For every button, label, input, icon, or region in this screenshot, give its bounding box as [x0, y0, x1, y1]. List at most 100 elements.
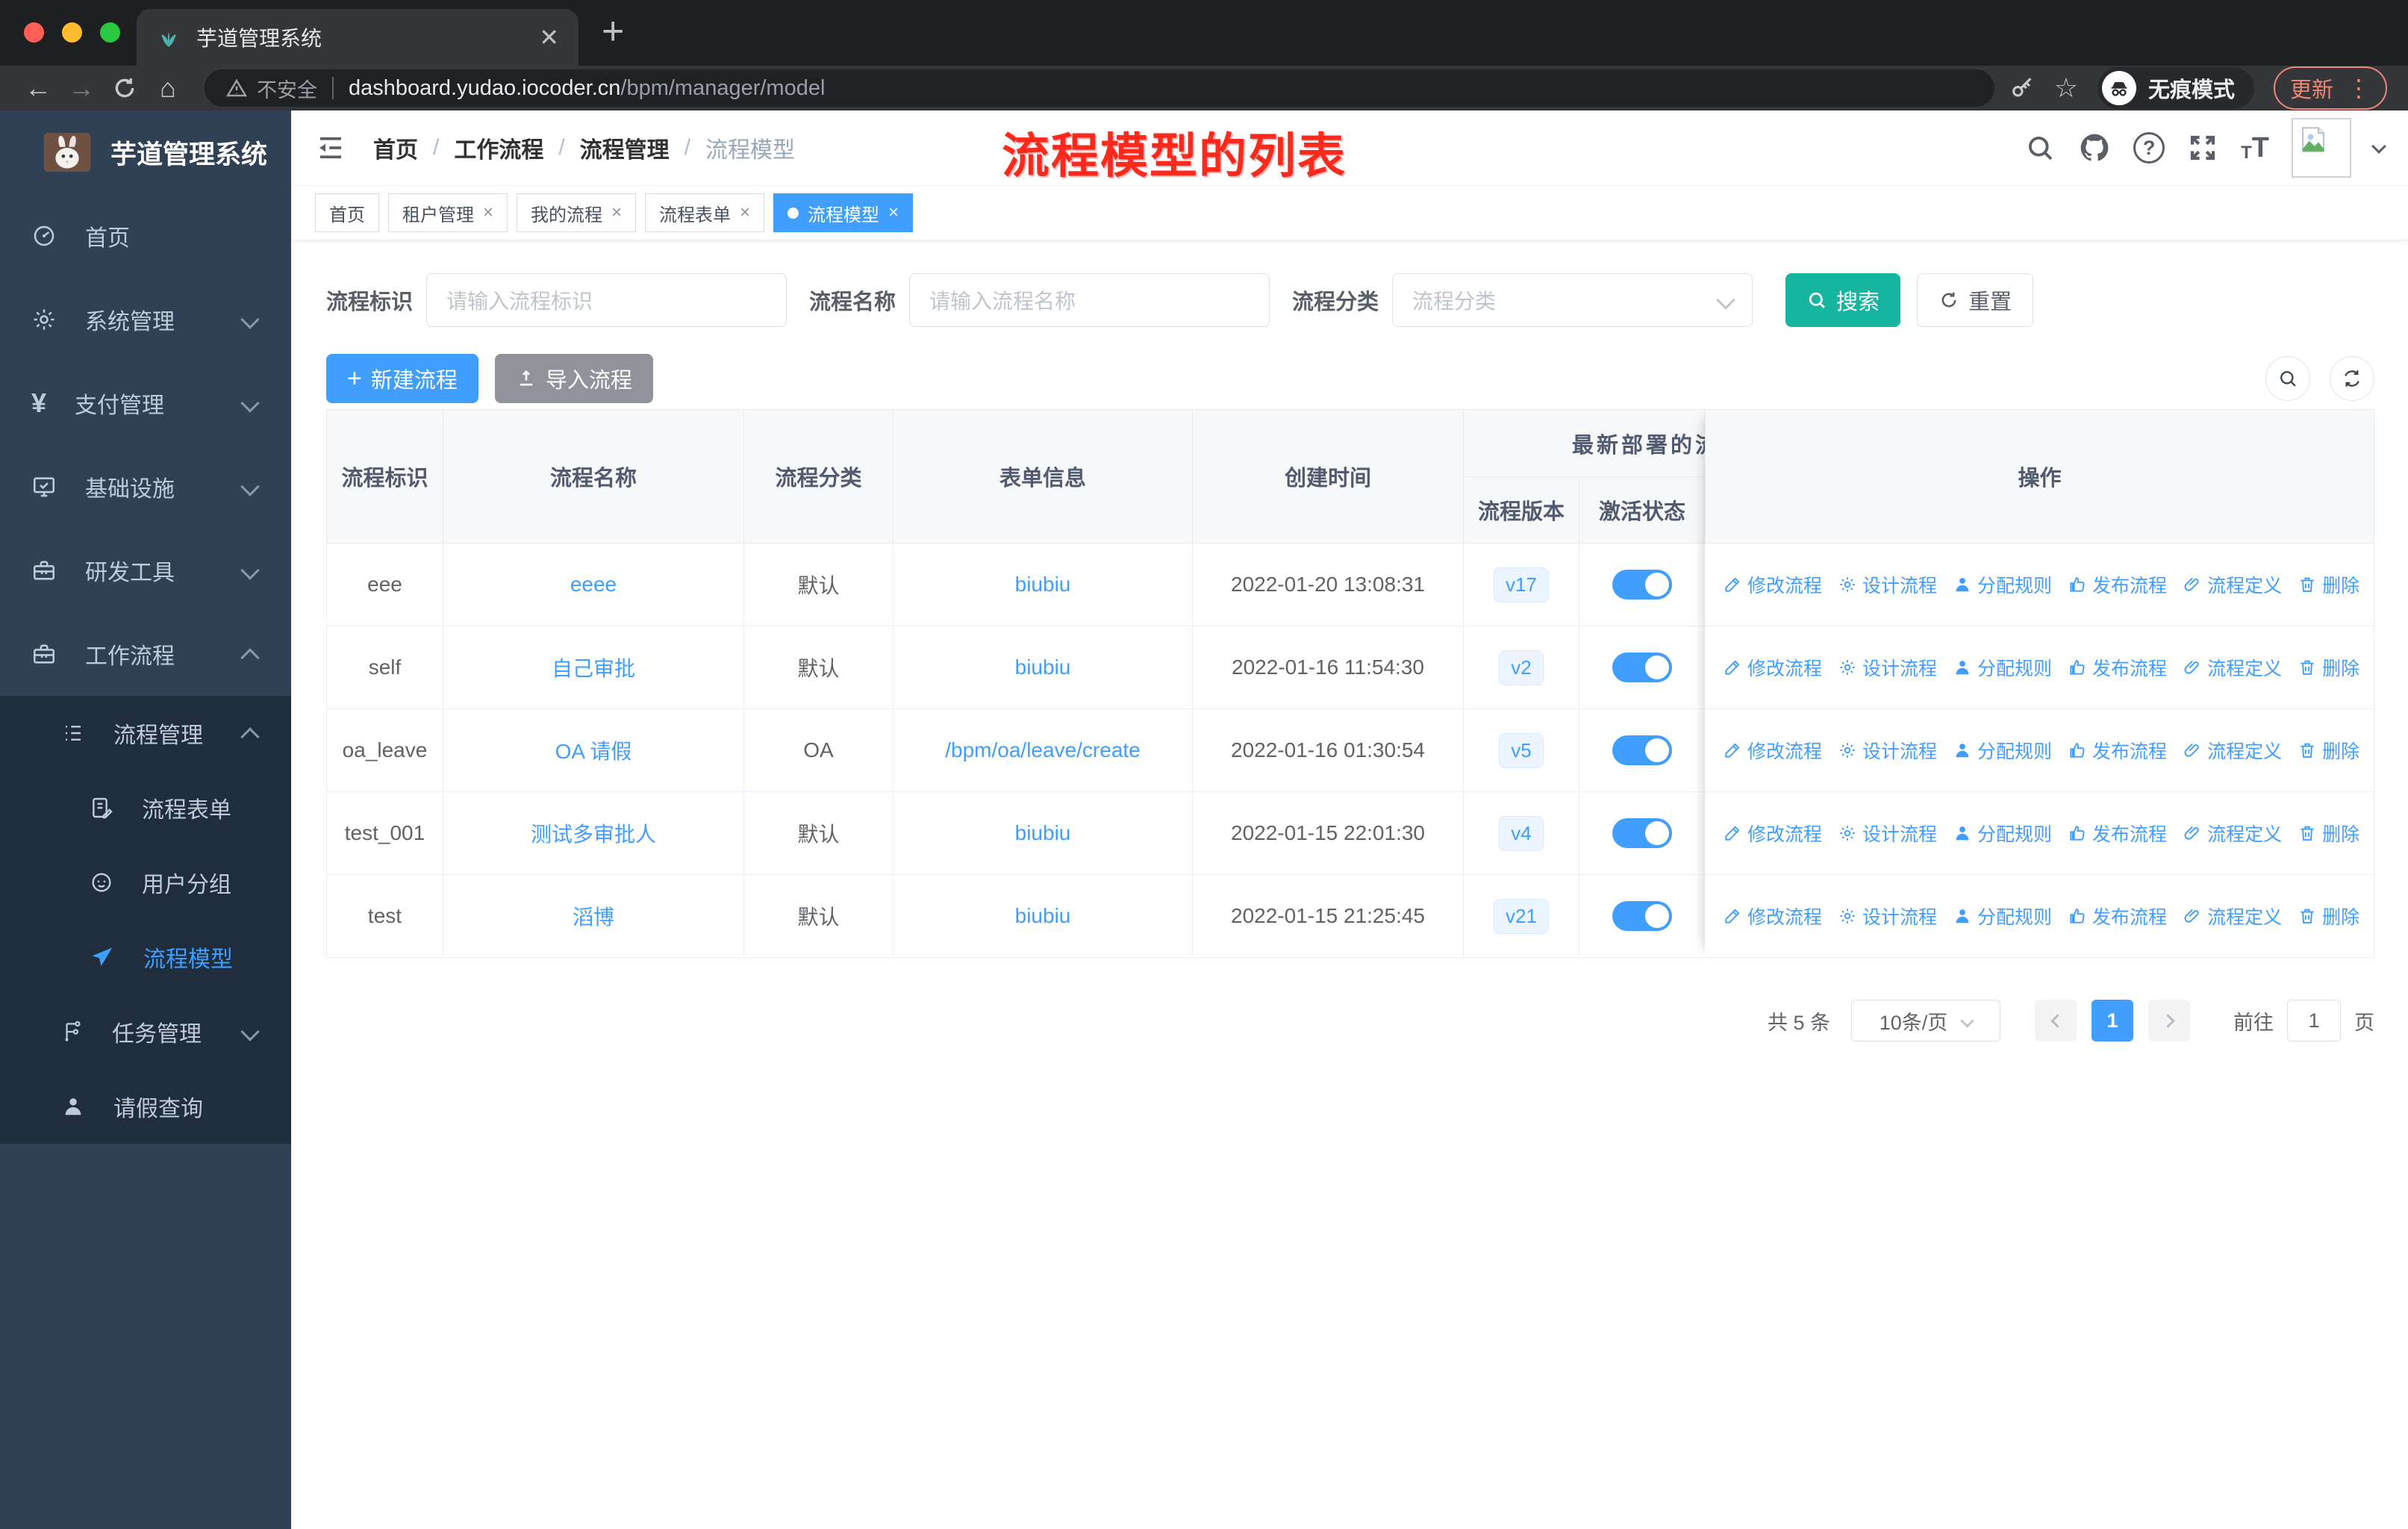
avatar[interactable]: [2292, 118, 2351, 178]
cell-name[interactable]: OA 请假: [443, 709, 744, 791]
cell-name[interactable]: eeee: [443, 544, 744, 626]
fullscreen-icon[interactable]: [2187, 132, 2218, 164]
cell-name[interactable]: 滔博: [443, 875, 744, 957]
search-icon[interactable]: [2024, 132, 2056, 164]
active-toggle[interactable]: [1612, 735, 1672, 765]
sidebar-item-基础设施[interactable]: 基础设施: [0, 445, 291, 529]
design-process-link[interactable]: 设计流程: [1838, 571, 1937, 598]
close-window-button[interactable]: [24, 22, 44, 43]
create-process-button[interactable]: + 新建流程: [326, 354, 478, 403]
active-toggle[interactable]: [1612, 570, 1672, 600]
sidebar-item-请假查询[interactable]: 请假查询: [0, 1069, 291, 1144]
cell-form[interactable]: biubiu: [893, 792, 1193, 874]
assign-process-link[interactable]: 分配规则: [1953, 571, 2052, 598]
tag-首页[interactable]: 首页: [315, 193, 379, 232]
cell-name[interactable]: 自己审批: [443, 626, 744, 709]
delete-process-link[interactable]: 删除: [2298, 903, 2359, 929]
bookmark-star-icon[interactable]: ☆: [2054, 72, 2078, 104]
prev-page-button[interactable]: [2035, 1000, 2077, 1041]
next-page-button[interactable]: [2148, 1000, 2190, 1041]
publish-process-link[interactable]: 发布流程: [2068, 571, 2167, 598]
publish-process-link[interactable]: 发布流程: [2068, 737, 2167, 764]
tag-我的流程[interactable]: 我的流程 ×: [517, 193, 637, 232]
cell-active[interactable]: [1579, 709, 1706, 791]
sidebar-item-任务管理[interactable]: 任务管理: [0, 994, 291, 1069]
process-key-input[interactable]: 请输入流程标识: [426, 273, 787, 327]
cell-version[interactable]: v17: [1464, 544, 1579, 626]
edit-process-link[interactable]: 修改流程: [1723, 654, 1822, 681]
cell-form[interactable]: /bpm/oa/leave/create: [893, 709, 1193, 791]
close-icon[interactable]: ×: [611, 204, 622, 222]
process-name-input[interactable]: 请输入流程名称: [909, 273, 1270, 327]
cell-active[interactable]: [1579, 792, 1706, 874]
assign-process-link[interactable]: 分配规则: [1953, 654, 2052, 681]
sidebar-item-流程管理[interactable]: 流程管理: [0, 696, 291, 770]
update-button[interactable]: 更新 ⋮: [2273, 66, 2387, 110]
publish-process-link[interactable]: 发布流程: [2068, 654, 2167, 681]
definition-process-link[interactable]: 流程定义: [2183, 903, 2282, 929]
sidebar-item-首页[interactable]: 首页: [0, 194, 291, 278]
help-icon[interactable]: ?: [2133, 132, 2165, 164]
edit-process-link[interactable]: 修改流程: [1723, 571, 1822, 598]
design-process-link[interactable]: 设计流程: [1838, 903, 1937, 929]
import-process-button[interactable]: 导入流程: [494, 354, 653, 403]
close-icon[interactable]: ×: [483, 204, 493, 222]
assign-process-link[interactable]: 分配规则: [1953, 903, 2052, 929]
delete-process-link[interactable]: 删除: [2298, 820, 2359, 847]
search-button[interactable]: 搜索: [1785, 273, 1901, 327]
design-process-link[interactable]: 设计流程: [1838, 820, 1937, 847]
close-icon[interactable]: ×: [888, 204, 899, 222]
font-size-icon[interactable]: TT: [2241, 134, 2269, 162]
sidebar-fold-icon[interactable]: [315, 132, 346, 164]
design-process-link[interactable]: 设计流程: [1838, 654, 1937, 681]
active-toggle[interactable]: [1612, 653, 1672, 682]
process-category-select[interactable]: 流程分类: [1392, 273, 1753, 327]
sidebar-item-流程表单[interactable]: 流程表单: [0, 770, 291, 845]
tag-流程表单[interactable]: 流程表单 ×: [645, 193, 765, 232]
active-toggle[interactable]: [1612, 818, 1672, 848]
sidebar-item-支付管理[interactable]: ¥ 支付管理: [0, 361, 291, 445]
tag-租户管理[interactable]: 租户管理 ×: [388, 193, 508, 232]
browser-menu-icon[interactable]: ⋮: [2347, 76, 2371, 100]
reload-icon[interactable]: [103, 75, 146, 101]
cell-form[interactable]: biubiu: [893, 875, 1193, 957]
cell-version[interactable]: v5: [1464, 709, 1579, 791]
assign-process-link[interactable]: 分配规则: [1953, 737, 2052, 764]
tab-close-icon[interactable]: ✕: [539, 25, 559, 49]
browser-tab[interactable]: 芋道管理系统 ✕: [137, 9, 578, 66]
password-key-icon[interactable]: [2009, 75, 2035, 101]
cell-version[interactable]: v2: [1464, 626, 1579, 709]
design-process-link[interactable]: 设计流程: [1838, 737, 1937, 764]
maximize-window-button[interactable]: [100, 22, 120, 43]
definition-process-link[interactable]: 流程定义: [2183, 654, 2282, 681]
cell-form[interactable]: biubiu: [893, 626, 1193, 709]
sidebar-item-工作流程[interactable]: 工作流程: [0, 612, 291, 696]
cell-active[interactable]: [1579, 544, 1706, 626]
home-icon[interactable]: ⌂: [146, 75, 190, 102]
refresh-table-button[interactable]: [2330, 356, 2374, 401]
address-bar[interactable]: 不安全 dashboard.yudao.iocoder.cn /bpm/mana…: [205, 69, 1994, 107]
minimize-window-button[interactable]: [62, 22, 82, 43]
definition-process-link[interactable]: 流程定义: [2183, 820, 2282, 847]
delete-process-link[interactable]: 删除: [2298, 571, 2359, 598]
new-tab-button[interactable]: +: [602, 10, 624, 52]
page-size-select[interactable]: 10条/页: [1851, 1000, 2000, 1041]
breadcrumb-home[interactable]: 首页: [373, 131, 418, 164]
close-icon[interactable]: ×: [740, 204, 750, 222]
cell-form[interactable]: biubiu: [893, 544, 1193, 626]
cell-active[interactable]: [1579, 626, 1706, 709]
definition-process-link[interactable]: 流程定义: [2183, 737, 2282, 764]
window-controls[interactable]: [24, 22, 120, 43]
tag-流程模型[interactable]: 流程模型 ×: [773, 193, 914, 232]
cell-version[interactable]: v4: [1464, 792, 1579, 874]
update-label[interactable]: 更新: [2290, 72, 2333, 104]
cell-active[interactable]: [1579, 875, 1706, 957]
chevron-down-icon[interactable]: [2371, 138, 2386, 155]
sidebar-item-用户分组[interactable]: 用户分组: [0, 845, 291, 920]
sidebar-item-流程模型[interactable]: 流程模型: [0, 920, 291, 994]
delete-process-link[interactable]: 删除: [2298, 737, 2359, 764]
edit-process-link[interactable]: 修改流程: [1723, 903, 1822, 929]
goto-page-input[interactable]: 1: [2287, 1000, 2341, 1041]
sidebar-item-系统管理[interactable]: 系统管理: [0, 278, 291, 361]
assign-process-link[interactable]: 分配规则: [1953, 820, 2052, 847]
